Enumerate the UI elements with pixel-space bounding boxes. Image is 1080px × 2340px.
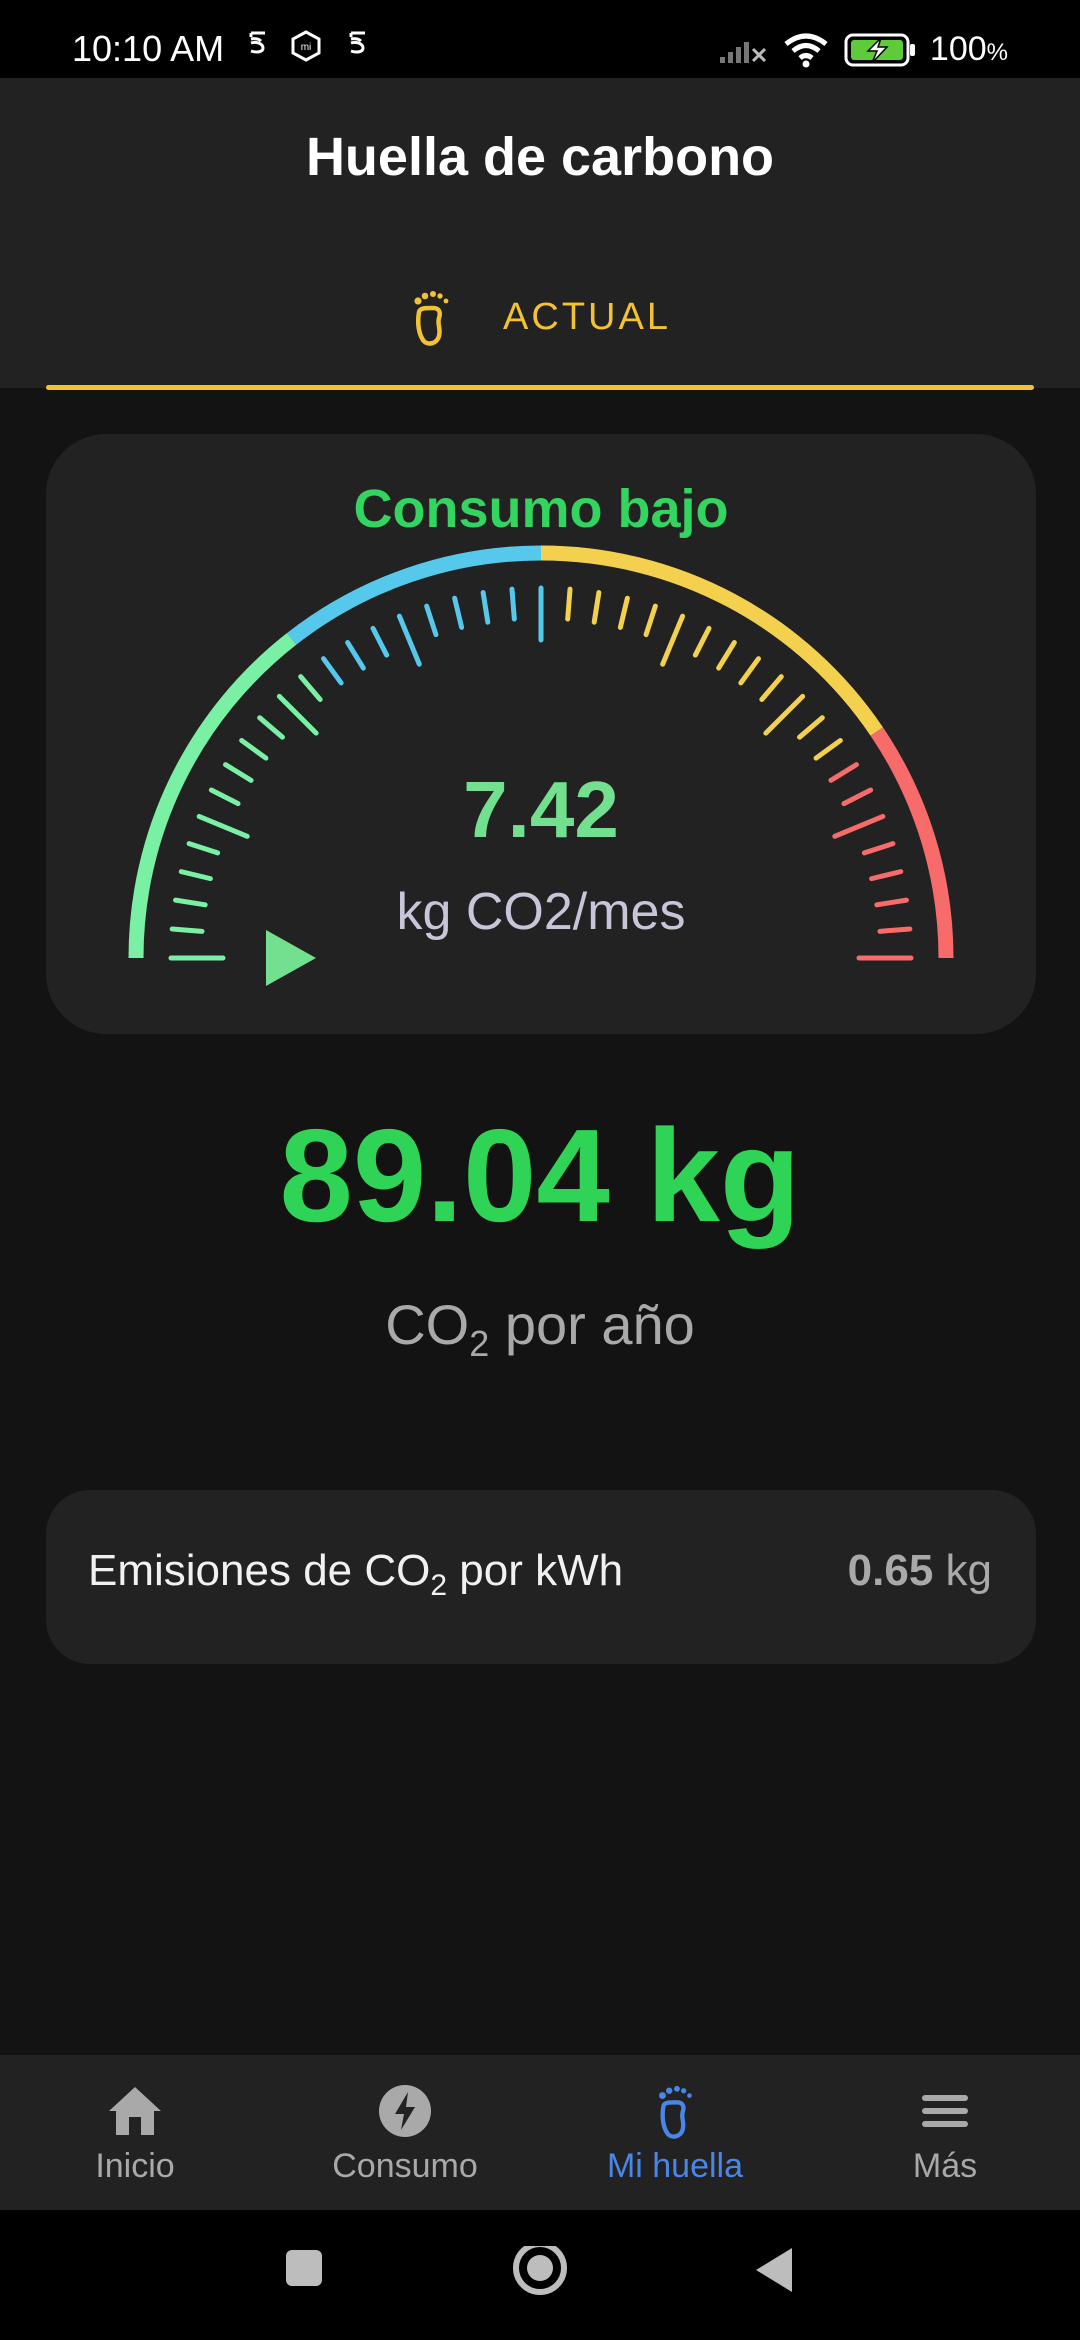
gauge-tick	[480, 590, 491, 625]
monthly-co2-value: 7.42	[463, 765, 619, 854]
status-time: 10:10 AM	[72, 28, 225, 69]
emissions-factor-value: 0.65 kg	[847, 1546, 992, 1595]
consumption-status: Consumo bajo	[353, 479, 729, 539]
gauge-tick	[763, 693, 806, 736]
gauge-tick	[396, 613, 422, 667]
gauge-tick	[370, 625, 390, 658]
gauge-tick	[424, 603, 439, 638]
nav-item-inicio[interactable]: Inicio	[0, 2055, 270, 2210]
tab-indicator	[46, 385, 1034, 390]
gauge-tick	[716, 640, 737, 671]
gauge-tick	[591, 590, 602, 625]
nav-label: Consumo	[332, 2147, 478, 2185]
gauge-tick	[298, 674, 323, 702]
wifi-icon	[784, 33, 828, 67]
notification-s-icon	[349, 31, 365, 54]
gauge-tick	[759, 674, 784, 702]
status-bar: 10:10 AM mi 100%	[0, 0, 1080, 78]
tab-actual[interactable]: ACTUAL	[46, 268, 1034, 390]
gauge-tick	[643, 603, 658, 638]
tab-label: ACTUAL	[503, 295, 671, 338]
gauge-tick	[239, 738, 269, 761]
gauge-tick	[565, 586, 573, 622]
battery-percent: 100%	[929, 30, 1008, 68]
monthly-co2-unit: kg CO2/mes	[396, 883, 686, 941]
footprint-icon	[414, 291, 449, 346]
home-button[interactable]	[510, 2246, 570, 2306]
recents-button[interactable]	[282, 2246, 326, 2290]
nav-item-consumo[interactable]: Consumo	[270, 2055, 540, 2210]
cellular-off-icon	[719, 41, 766, 63]
app-bar: Huella de carbono ACTUAL	[0, 78, 1080, 390]
menu-icon	[922, 2095, 968, 2127]
bolt-icon	[379, 2085, 431, 2137]
emissions-factor-label: Emisiones de CO2 por kWh	[88, 1546, 624, 1602]
gauge-card: Consumo bajo 7.42 kg CO2/mes	[46, 434, 1036, 1034]
gauge-tick	[869, 869, 904, 882]
annual-co2-label: CO2 por año	[385, 1293, 695, 1364]
gauge-tick	[797, 715, 825, 740]
battery-charging-icon	[844, 33, 915, 66]
gauge-arc-segment	[540, 545, 883, 736]
bottom-navigation: Inicio Consumo Mi huella Más	[0, 2055, 1080, 2210]
gauge-tick	[617, 595, 630, 630]
gauge-tick	[345, 640, 366, 671]
gauge-tick	[813, 738, 843, 761]
gauge-tick	[321, 656, 344, 686]
annual-co2-value: 89.04 kg	[279, 1102, 801, 1249]
gauge-arc-segment	[287, 545, 542, 645]
gauge-tick	[738, 656, 761, 686]
nav-label: Más	[912, 2147, 978, 2185]
nav-label: Inicio	[95, 2147, 175, 2185]
gauge-tick	[660, 613, 686, 667]
gauge-tick	[276, 693, 319, 736]
home-icon	[109, 2087, 161, 2135]
emissions-factor-row: Emisiones de CO2 por kWh 0.65 kg	[46, 1490, 1036, 1664]
page-title: Huella de carbono	[305, 127, 775, 187]
mi-icon: mi	[291, 30, 321, 62]
gauge-tick	[257, 715, 285, 740]
footprint-icon	[658, 2085, 692, 2139]
system-navigation-bar	[0, 2210, 1080, 2340]
gauge-tick	[692, 625, 712, 658]
back-button[interactable]	[752, 2246, 796, 2294]
nav-item-mas[interactable]: Más	[810, 2055, 1080, 2210]
notification-s-icon	[249, 31, 265, 54]
svg-text:mi: mi	[301, 42, 312, 53]
nav-label: Mi huella	[606, 2147, 744, 2185]
nav-item-mi-huella[interactable]: Mi huella	[540, 2055, 810, 2210]
gauge-tick	[178, 869, 213, 882]
gauge-tick	[452, 595, 465, 630]
gauge-tick	[509, 586, 517, 622]
